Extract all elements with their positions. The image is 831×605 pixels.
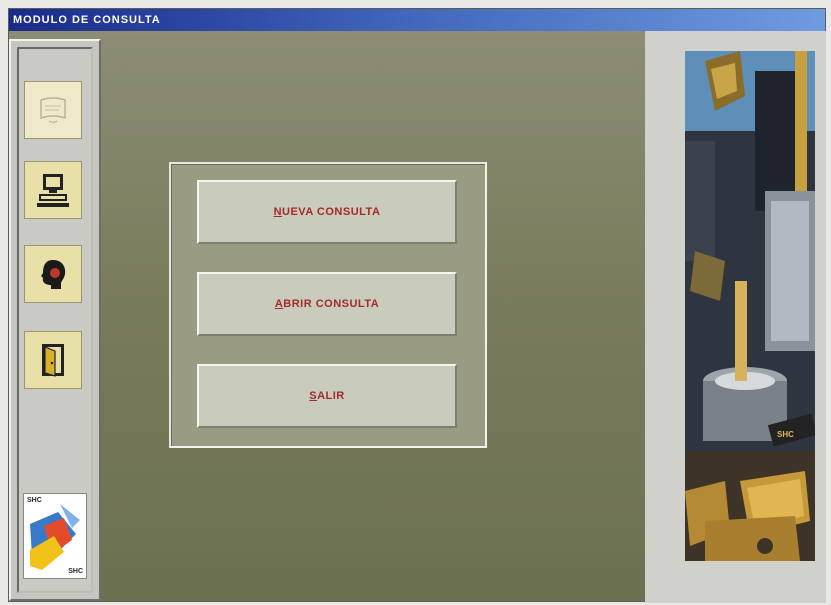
- logo-graphic: [30, 504, 80, 570]
- scroll-icon: [40, 97, 66, 124]
- abrir-consulta-label: ABRIR CONSULTA: [274, 298, 380, 310]
- help-button[interactable]: [24, 245, 82, 303]
- company-logo: SHC SHC: [23, 493, 87, 579]
- nueva-consulta-label: NUEVA CONSULTA: [273, 206, 381, 218]
- window-content: SHC SHC NUEVA CONSULTA ABRIR CONSULTA SA…: [9, 31, 826, 603]
- scroll-button[interactable]: [24, 81, 82, 139]
- cutting-tools-photo: SHC: [685, 51, 815, 561]
- exit-button[interactable]: [24, 331, 82, 389]
- main-window: MODULO DE CONSULTA SHC SHC NUEVA CONSULT…: [8, 8, 826, 603]
- logo-text-bottom: SHC: [68, 568, 83, 575]
- head-profile-icon: [41, 260, 66, 289]
- salir-label: SALIR: [309, 390, 345, 402]
- tools-illustration: SHC: [685, 51, 815, 561]
- title-bar: MODULO DE CONSULTA: [9, 9, 825, 31]
- window-title: MODULO DE CONSULTA: [13, 14, 161, 26]
- left-toolbar: SHC SHC: [9, 39, 101, 601]
- computer-icon: [37, 174, 69, 207]
- svg-text:SHC: SHC: [777, 430, 794, 439]
- abrir-consulta-button[interactable]: ABRIR CONSULTA: [197, 272, 457, 336]
- door-exit-icon: [42, 344, 64, 377]
- right-panel: SHC: [645, 31, 826, 603]
- menu-panel: NUEVA CONSULTA ABRIR CONSULTA SALIR: [169, 162, 487, 448]
- nueva-consulta-button[interactable]: NUEVA CONSULTA: [197, 180, 457, 244]
- logo-text-top: SHC: [27, 497, 42, 504]
- salir-button[interactable]: SALIR: [197, 364, 457, 428]
- computer-button[interactable]: [24, 161, 82, 219]
